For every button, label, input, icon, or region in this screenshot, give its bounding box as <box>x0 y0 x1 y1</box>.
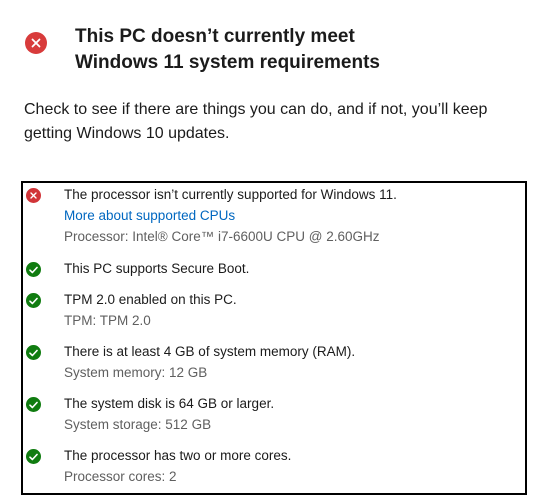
page-title-line-1: This PC doesn’t currently meet <box>75 26 355 47</box>
requirement-detail: Processor: Intel® Core™ i7-6600U CPU @ 2… <box>64 229 380 244</box>
check-icon <box>26 293 41 308</box>
requirement-detail: System storage: 512 GB <box>64 417 212 432</box>
requirement-detail: System memory: 12 GB <box>64 365 208 380</box>
page-title: This PC doesn’t currently meet Windows 1… <box>75 24 515 76</box>
check-icon <box>26 397 41 412</box>
page-description: Check to see if there are things you can… <box>24 98 534 146</box>
page-description-line-1: Check to see if there are things you can… <box>24 101 488 118</box>
requirement-detail: TPM: TPM 2.0 <box>64 313 151 328</box>
requirement-title: The processor has two or more cores. <box>64 448 292 463</box>
check-icon <box>26 449 41 464</box>
check-icon <box>26 262 41 277</box>
requirement-title: This PC supports Secure Boot. <box>64 261 250 276</box>
requirement-title: The processor isn’t currently supported … <box>64 187 397 202</box>
requirement-title: There is at least 4 GB of system memory … <box>64 344 356 359</box>
requirement-title: The system disk is 64 GB or larger. <box>64 396 275 411</box>
requirement-title: TPM 2.0 enabled on this PC. <box>64 292 237 307</box>
fail-icon <box>26 188 41 203</box>
check-icon <box>26 345 41 360</box>
requirements-checklist: The processor isn’t currently supported … <box>21 181 527 495</box>
page-title-line-2: Windows 11 system requirements <box>75 52 380 73</box>
error-icon <box>25 32 47 54</box>
page-description-line-2: getting Windows 10 updates. <box>24 125 230 142</box>
requirement-detail: Processor cores: 2 <box>64 469 177 484</box>
supported-cpus-link[interactable]: More about supported CPUs <box>64 205 514 226</box>
